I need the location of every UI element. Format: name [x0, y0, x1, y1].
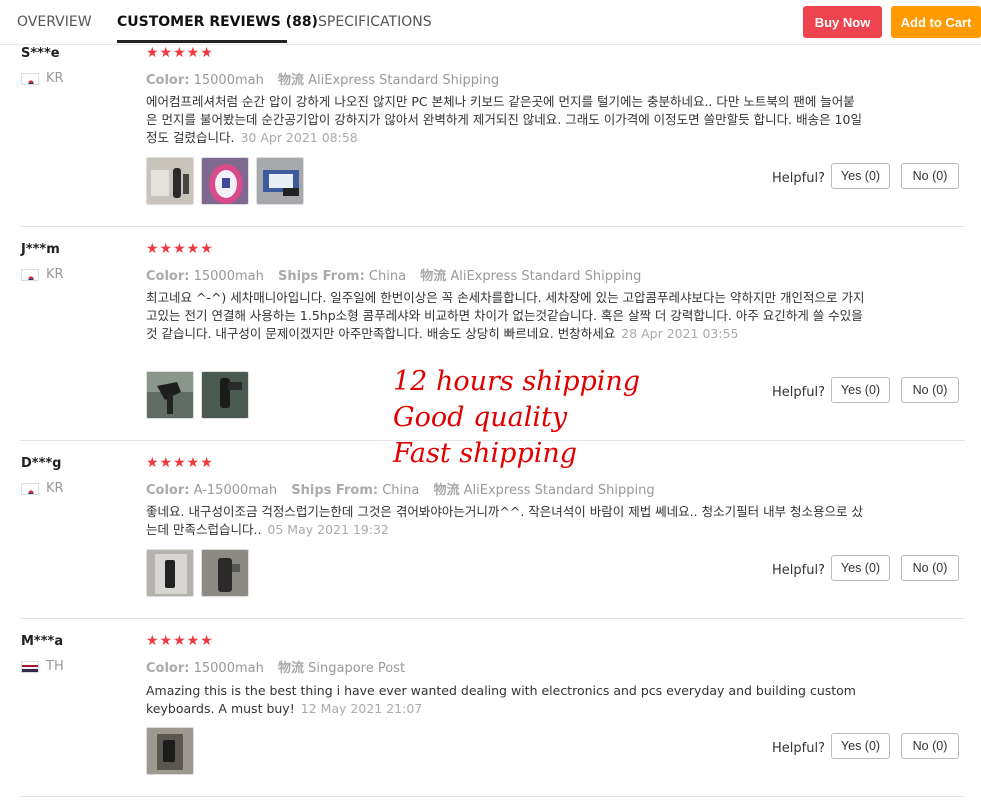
korea-flag-icon	[21, 483, 39, 495]
color-value: 15000mah	[193, 269, 264, 284]
review-photo[interactable]	[146, 371, 194, 419]
review-attributes: Color: 15000mah 物流 AliExpress Standard S…	[146, 69, 509, 88]
review-body: 좋네요. 내구성이조금 걱정스럽기는한데 그것은 겪어봐야아는거니까^^. 작은…	[146, 504, 864, 537]
review-date: 12 May 2021 21:07	[300, 701, 423, 716]
active-tab-indicator	[117, 40, 287, 43]
logistics-label: 物流	[433, 483, 460, 498]
review-attributes: Color: 15000mah 物流 Singapore Post	[146, 657, 415, 676]
color-label: Color:	[146, 269, 190, 284]
review-photo[interactable]	[201, 157, 249, 205]
review-text: 최고네요 ^-^) 세차매니아입니다. 일주일에 한번이상은 꼭 손세차를합니다…	[146, 289, 866, 343]
korea-flag-icon	[21, 269, 39, 281]
tab-overview[interactable]: OVERVIEW	[17, 14, 92, 30]
logistics-label: 物流	[420, 269, 447, 284]
logistics-label: 物流	[277, 661, 304, 676]
review-photo[interactable]	[256, 157, 304, 205]
helpful-yes-button[interactable]: Yes (0)	[831, 555, 890, 581]
reviewer-name: M***a	[21, 634, 64, 649]
review-date: 05 May 2021 19:32	[267, 522, 389, 537]
review-divider	[20, 796, 965, 797]
review-body: 최고네요 ^-^) 세차매니아입니다. 일주일에 한번이상은 꼭 손세차를합니다…	[146, 290, 865, 341]
ships-from-label: Ships From:	[291, 483, 379, 498]
star-rating: ★★★★★	[146, 241, 214, 257]
color-value: 15000mah	[193, 73, 264, 88]
review-photo[interactable]	[146, 549, 194, 597]
logistics-value: AliExpress Standard Shipping	[463, 483, 655, 498]
color-label: Color:	[146, 73, 190, 88]
review-photo[interactable]	[146, 157, 194, 205]
korea-flag-icon	[21, 73, 39, 85]
thailand-flag-icon	[21, 661, 39, 673]
review-attributes: Color: A-15000mah Ships From: China 物流 A…	[146, 479, 665, 498]
color-value: 15000mah	[193, 661, 264, 676]
review-text: 좋네요. 내구성이조금 걱정스럽기는한데 그것은 겪어봐야아는거니까^^. 작은…	[146, 503, 866, 539]
review-text: Amazing this is the best thing i have ev…	[146, 682, 866, 718]
review-divider	[20, 226, 965, 227]
review-photo[interactable]	[146, 727, 194, 775]
reviewer-country: KR	[46, 267, 64, 282]
reviewer-name: D***g	[21, 456, 62, 471]
review-photo[interactable]	[201, 549, 249, 597]
ships-from-value: China	[368, 269, 407, 284]
star-rating: ★★★★★	[146, 45, 214, 61]
helpful-label: Helpful?	[772, 385, 825, 400]
helpful-yes-button[interactable]: Yes (0)	[831, 733, 890, 759]
add-to-cart-button[interactable]: Add to Cart	[891, 6, 981, 38]
helpful-label: Helpful?	[772, 563, 825, 578]
logistics-value: AliExpress Standard Shipping	[450, 269, 642, 284]
color-value: A-15000mah	[193, 483, 278, 498]
tab-specifications[interactable]: SPECIFICATIONS	[318, 14, 432, 30]
color-label: Color:	[146, 483, 190, 498]
helpful-yes-button[interactable]: Yes (0)	[831, 377, 890, 403]
annotation-line: Good quality	[393, 402, 568, 433]
review-date: 30 Apr 2021 08:58	[240, 130, 358, 145]
tab-customer-reviews[interactable]: CUSTOMER REVIEWS (88)	[117, 14, 318, 30]
helpful-no-button[interactable]: No (0)	[901, 555, 959, 581]
helpful-no-button[interactable]: No (0)	[901, 733, 959, 759]
logistics-label: 物流	[277, 73, 304, 88]
review-text: 에어컴프레셔처럼 순간 압이 강하게 나오진 않지만 PC 본체나 키보드 같은…	[146, 93, 866, 147]
star-rating: ★★★★★	[146, 633, 214, 649]
helpful-no-button[interactable]: No (0)	[901, 377, 959, 403]
reviewer-country: KR	[46, 71, 64, 86]
helpful-label: Helpful?	[772, 171, 825, 186]
buy-now-button[interactable]: Buy Now	[803, 6, 882, 38]
review-body: Amazing this is the best thing i have ev…	[146, 683, 856, 716]
reviewer-name: S***e	[21, 46, 60, 61]
review-photo[interactable]	[201, 371, 249, 419]
helpful-yes-button[interactable]: Yes (0)	[831, 163, 890, 189]
review-divider	[20, 618, 965, 619]
review-date: 28 Apr 2021 03:55	[621, 326, 739, 341]
logistics-value: AliExpress Standard Shipping	[308, 73, 500, 88]
helpful-no-button[interactable]: No (0)	[901, 163, 959, 189]
reviewer-country: TH	[46, 659, 64, 674]
review-attributes: Color: 15000mah Ships From: China 物流 Ali…	[146, 265, 651, 284]
logistics-value: Singapore Post	[308, 661, 406, 676]
ships-from-value: China	[382, 483, 420, 498]
reviewer-name: J***m	[21, 242, 60, 257]
color-label: Color:	[146, 661, 190, 676]
annotation-line: Fast shipping	[393, 438, 578, 469]
star-rating: ★★★★★	[146, 455, 214, 471]
product-tabs-bar: OVERVIEW CUSTOMER REVIEWS (88) SPECIFICA…	[0, 0, 981, 45]
ships-from-label: Ships From:	[277, 269, 365, 284]
annotation-line: 12 hours shipping	[393, 366, 641, 397]
reviewer-country: KR	[46, 481, 64, 496]
helpful-label: Helpful?	[772, 741, 825, 756]
